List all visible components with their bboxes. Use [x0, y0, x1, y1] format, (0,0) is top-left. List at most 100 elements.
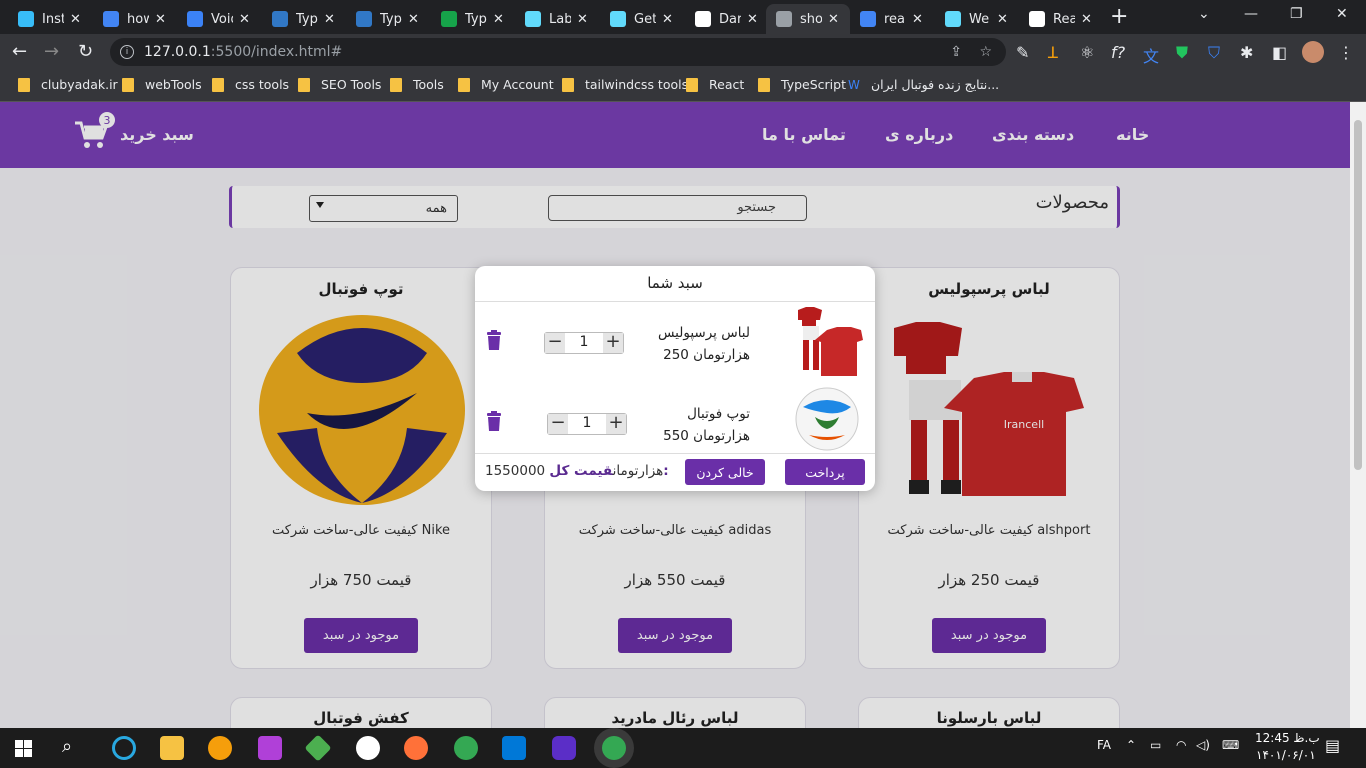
browser-tab[interactable]: Void ✕: [177, 4, 261, 34]
bookmark-item[interactable]: Tools: [390, 77, 444, 92]
notifications-icon[interactable]: ▤: [1325, 736, 1340, 755]
back-icon[interactable]: ←: [12, 41, 27, 62]
media-player-icon[interactable]: [552, 736, 576, 760]
page-scrollbar[interactable]: [1350, 102, 1366, 728]
increase-quantity-button[interactable]: +: [603, 333, 623, 353]
trash-icon[interactable]: [486, 411, 502, 431]
chrome-active-icon[interactable]: [602, 736, 626, 760]
battery-icon[interactable]: ▭: [1150, 738, 1161, 752]
pen-extension-icon[interactable]: ✎: [1016, 43, 1029, 62]
tab-close-icon[interactable]: ✕: [1081, 12, 1092, 27]
browser-tab[interactable]: Typ ✕: [262, 4, 346, 34]
decrease-quantity-button[interactable]: −: [545, 333, 565, 353]
bookmark-item[interactable]: W نتایج زنده فوتبال ایران...: [848, 77, 999, 92]
clock-date[interactable]: ۱۴۰۱/۰۶/۰۱: [1256, 748, 1316, 762]
extension-icon[interactable]: ꓕ: [1048, 43, 1058, 62]
cart-total: 1550000 هزارتومانقیمت کل:: [485, 463, 669, 479]
minimize-button[interactable]: —: [1244, 6, 1258, 22]
browser-tab[interactable]: how ✕: [93, 4, 177, 34]
tab-close-icon[interactable]: ✕: [239, 12, 250, 27]
file-explorer-icon[interactable]: [160, 736, 184, 760]
browser-tab[interactable]: Get ✕: [600, 4, 684, 34]
phpstorm-icon[interactable]: [258, 736, 282, 760]
shield-icon[interactable]: ⛊: [1176, 43, 1188, 63]
search-app-icon[interactable]: [208, 736, 232, 760]
increase-quantity-button[interactable]: +: [606, 414, 626, 434]
browser-tab[interactable]: Lab ✕: [515, 4, 599, 34]
tab-favicon-icon: [525, 11, 541, 27]
profile-avatar[interactable]: [1302, 41, 1324, 63]
close-window-button[interactable]: ✕: [1336, 6, 1348, 22]
translate-icon[interactable]: 文: [1143, 43, 1159, 67]
decrease-quantity-button[interactable]: −: [548, 414, 568, 434]
bookmark-item[interactable]: css tools: [212, 77, 289, 92]
windows-start-icon[interactable]: [15, 740, 32, 757]
bookmark-item[interactable]: webTools: [122, 77, 202, 92]
tab-close-icon[interactable]: ✕: [747, 12, 758, 27]
browser-tab[interactable]: rea ✕: [850, 4, 934, 34]
forward-icon[interactable]: →: [44, 41, 59, 62]
folder-icon: [758, 77, 770, 92]
tab-close-icon[interactable]: ✕: [662, 12, 673, 27]
tab-favicon-icon: [695, 11, 711, 27]
keyboard-icon[interactable]: ⌨: [1222, 738, 1239, 752]
browser-tab[interactable]: We ✕: [935, 4, 1019, 34]
trash-icon[interactable]: [486, 330, 502, 350]
github-desktop-icon[interactable]: [356, 736, 380, 760]
bookmark-item[interactable]: TypeScript: [758, 77, 846, 92]
pay-button[interactable]: پرداخت: [785, 459, 865, 485]
search-icon[interactable]: ⌕: [62, 736, 72, 757]
cortana-icon[interactable]: [112, 736, 136, 760]
tab-search-icon[interactable]: ⌄: [1198, 6, 1210, 22]
browser-tab[interactable]: Dar ✕: [685, 4, 769, 34]
react-devtools-icon[interactable]: ⚛: [1080, 43, 1094, 62]
reload-icon[interactable]: ↻: [78, 41, 93, 62]
browser-tab[interactable]: Inst ✕: [8, 4, 92, 34]
tab-close-icon[interactable]: ✕: [912, 12, 923, 27]
vscode-icon[interactable]: [502, 736, 526, 760]
share-icon[interactable]: ⇪: [950, 44, 962, 60]
tab-close-icon[interactable]: ✕: [997, 12, 1008, 27]
scrollbar-thumb[interactable]: [1354, 120, 1362, 470]
function-extension-icon[interactable]: f?: [1111, 43, 1125, 62]
tab-close-icon[interactable]: ✕: [577, 12, 588, 27]
browser-tab[interactable]: Rea ✕: [1019, 4, 1103, 34]
tab-close-icon[interactable]: ✕: [408, 12, 419, 27]
address-bar[interactable]: i 127.0.0.1:5500/index.html# ⇪ ☆: [110, 38, 1006, 66]
bookmark-item[interactable]: React: [686, 77, 744, 92]
quantity-value[interactable]: 1: [565, 334, 603, 350]
browser-tab[interactable]: Typ ✕: [431, 4, 515, 34]
adidas-ball-thumb: [795, 387, 859, 451]
bookmark-label: My Account: [481, 77, 554, 92]
menu-icon[interactable]: ⋮: [1338, 43, 1354, 62]
bookmark-item[interactable]: My Account: [458, 77, 554, 92]
vpn-shield-icon[interactable]: ⛉: [1208, 43, 1220, 63]
puzzle-extensions-icon[interactable]: ✱: [1240, 43, 1253, 62]
empty-cart-button[interactable]: خالی کردن: [685, 459, 765, 485]
site-info-icon[interactable]: i: [120, 45, 134, 59]
tab-close-icon[interactable]: ✕: [155, 12, 166, 27]
tab-close-icon[interactable]: ✕: [828, 12, 839, 27]
quantity-value[interactable]: 1: [568, 415, 606, 431]
wifi-icon[interactable]: ◠: [1176, 738, 1186, 752]
tab-close-icon[interactable]: ✕: [493, 12, 504, 27]
bookmark-item[interactable]: SEO Tools: [298, 77, 381, 92]
clock-time[interactable]: 12:45 ب.ظ: [1255, 731, 1320, 745]
tab-close-icon[interactable]: ✕: [70, 12, 81, 27]
tab-close-icon[interactable]: ✕: [324, 12, 335, 27]
bookmark-item[interactable]: tailwindcss tools: [562, 77, 688, 92]
bookmark-item[interactable]: clubyadak.ir: [18, 77, 118, 92]
volume-icon[interactable]: ◁): [1196, 738, 1210, 752]
new-tab-button[interactable]: +: [1110, 4, 1128, 29]
browser-tab[interactable]: sho ✕: [766, 4, 850, 34]
sourcetree-icon[interactable]: [304, 734, 332, 762]
language-indicator[interactable]: FA: [1097, 738, 1111, 752]
bookmark-star-icon[interactable]: ☆: [979, 44, 992, 60]
cart-item-name: توپ فوتبال: [687, 406, 750, 422]
chrome-icon[interactable]: [454, 736, 478, 760]
chevron-up-icon[interactable]: ⌃: [1126, 738, 1136, 752]
maximize-button[interactable]: ❐: [1290, 6, 1303, 22]
browser-tab[interactable]: Typ ✕: [346, 4, 430, 34]
firefox-icon[interactable]: [404, 736, 428, 760]
side-panel-icon[interactable]: ◧: [1272, 43, 1287, 62]
